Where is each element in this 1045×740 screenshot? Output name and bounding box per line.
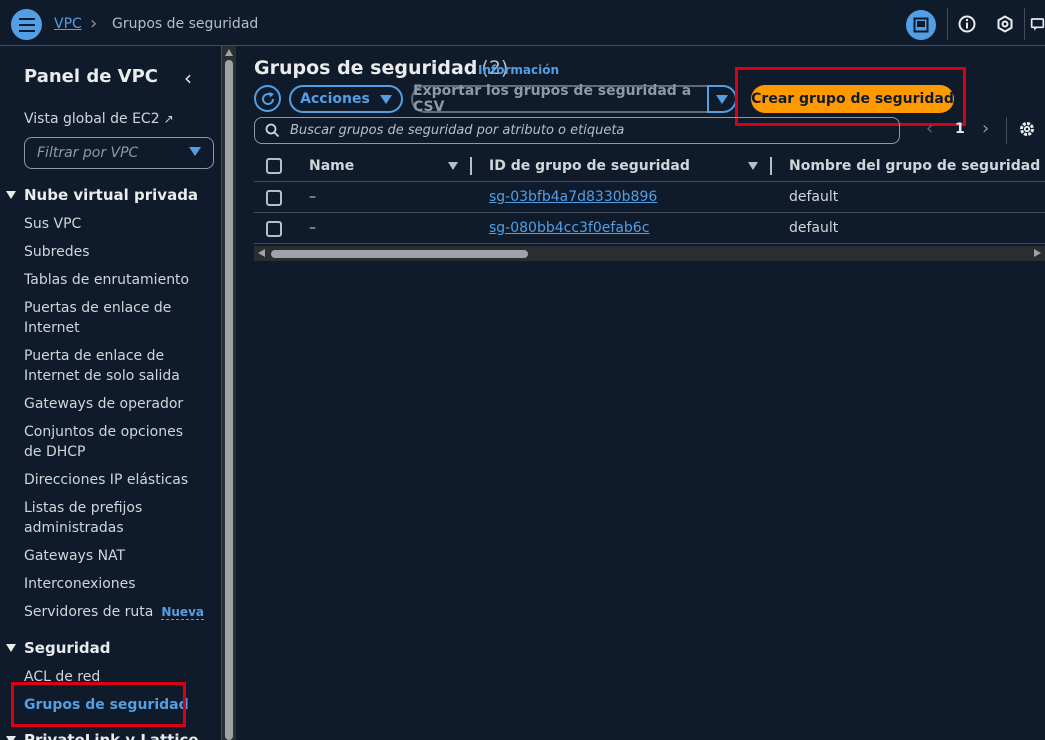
- info-button[interactable]: [954, 11, 980, 37]
- sidebar-item-label: Servidores de ruta: [24, 604, 154, 620]
- breadcrumb-vpc[interactable]: VPC: [54, 16, 82, 32]
- sidebar-item-carrier-gateways[interactable]: Gateways de operador: [24, 394, 183, 414]
- external-link-icon: ↗: [163, 112, 174, 126]
- table-row[interactable]: – sg-03bfb4a7d8330b896 default: [254, 182, 1045, 213]
- sidebar-item-peering[interactable]: Interconexiones: [24, 574, 136, 594]
- actions-dropdown-button[interactable]: Acciones: [289, 85, 403, 113]
- table-row[interactable]: – sg-080bb4cc3f0efab6c default: [254, 213, 1045, 244]
- gear-icon: [1020, 122, 1034, 136]
- table-settings-button[interactable]: [1018, 120, 1036, 142]
- page-title: Grupos de seguridad (2): [254, 57, 508, 79]
- sidebar-item-subredes[interactable]: Subredes: [24, 242, 90, 262]
- sidebar: Panel de VPC ‹ Vista global de EC2 ↗ Filt…: [0, 46, 222, 740]
- column-header-group-id[interactable]: ID de grupo de seguridad: [489, 150, 690, 181]
- actions-label: Acciones: [300, 91, 370, 107]
- sidebar-item-nat-gateways[interactable]: Gateways NAT: [24, 546, 125, 566]
- scrollbar-thumb[interactable]: [271, 250, 528, 258]
- breadcrumb-current: Grupos de seguridad: [112, 16, 259, 32]
- highlight-box-sidebar: [11, 682, 186, 727]
- vpc-filter-select[interactable]: Filtrar por VPC: [24, 137, 214, 169]
- sidebar-item-elastic-ips[interactable]: Direcciones IP elásticas: [24, 470, 188, 490]
- search-input[interactable]: Buscar grupos de seguridad por atributo …: [254, 117, 900, 144]
- sidebar-item-egress-only-gateways[interactable]: Puerta de enlace de Internet de solo sal…: [24, 346, 204, 386]
- sidebar-item-route-tables[interactable]: Tablas de enrutamiento: [24, 270, 189, 290]
- row-checkbox[interactable]: [266, 190, 282, 206]
- scroll-up-icon[interactable]: [225, 49, 233, 56]
- caret-down-icon: [6, 644, 16, 652]
- hamburger-icon: [18, 17, 35, 32]
- caret-down-icon: [379, 94, 392, 104]
- section-privatelink[interactable]: PrivateLink y Lattice: [6, 731, 199, 740]
- search-placeholder: Buscar grupos de seguridad por atributo …: [290, 123, 625, 138]
- cell-group-name: default: [789, 220, 839, 236]
- section-label: PrivateLink y Lattice: [24, 731, 199, 740]
- column-resizer[interactable]: [770, 157, 772, 175]
- sidebar-scrollbar[interactable]: [222, 46, 236, 740]
- sort-icon[interactable]: [448, 162, 458, 170]
- section-security[interactable]: Seguridad: [6, 639, 111, 657]
- menu-button[interactable]: [11, 9, 42, 40]
- toolbar-divider: [1024, 8, 1025, 40]
- caret-down-icon: [6, 191, 16, 199]
- export-csv-button[interactable]: Exportar los grupos de seguridad a CSV: [411, 83, 707, 115]
- sidebar-title: Panel de VPC: [24, 66, 159, 87]
- page-number[interactable]: 1: [955, 121, 965, 137]
- section-vpc[interactable]: Nube virtual privada: [6, 186, 198, 204]
- toolbar-divider: [1006, 117, 1007, 144]
- previous-page-button[interactable]: ‹: [926, 118, 933, 139]
- sidebar-item-label: Vista global de EC2: [24, 111, 160, 127]
- page-title-text: Grupos de seguridad: [254, 57, 478, 79]
- security-groups-table: Name ID de grupo de seguridad Nombre del…: [254, 150, 1045, 244]
- caret-down-icon: [6, 736, 16, 740]
- column-header-group-name[interactable]: Nombre del grupo de seguridad: [789, 150, 1040, 181]
- section-label: Nube virtual privada: [24, 186, 199, 204]
- new-badge: Nueva: [161, 605, 204, 620]
- feedback-icon: [1030, 18, 1045, 31]
- sidebar-item-route-servers[interactable]: Servidores de ruta Nueva: [24, 602, 204, 622]
- breadcrumb-separator: ›: [90, 13, 98, 34]
- resources-button[interactable]: [992, 11, 1018, 37]
- sidebar-item-internet-gateways[interactable]: Puertas de enlace de Internet: [24, 298, 204, 338]
- cell-group-id-link[interactable]: sg-03bfb4a7d8330b896: [489, 182, 657, 212]
- column-header-name[interactable]: Name: [309, 150, 354, 181]
- column-resizer[interactable]: [470, 157, 472, 175]
- scrollbar-thumb[interactable]: [225, 60, 233, 740]
- refresh-button[interactable]: [254, 85, 281, 112]
- sidebar-item-ec2-global-view[interactable]: Vista global de EC2 ↗: [24, 109, 174, 129]
- info-link[interactable]: Información: [478, 63, 559, 77]
- cell-group-name: default: [789, 189, 839, 205]
- info-icon: [958, 15, 976, 33]
- next-page-button[interactable]: ›: [982, 118, 989, 139]
- sidebar-item-dhcp-options[interactable]: Conjuntos de opciones de DHCP: [24, 422, 204, 462]
- scroll-right-icon[interactable]: [1034, 249, 1041, 257]
- top-navigation-bar: VPC › Grupos de seguridad: [0, 0, 1045, 46]
- sidebar-close-button[interactable]: ‹: [184, 66, 192, 90]
- toolbar-divider: [947, 8, 948, 40]
- sidebar-item-prefix-lists[interactable]: Listas de prefijos administradas: [24, 498, 174, 538]
- sidebar-item-sus-vpc[interactable]: Sus VPC: [24, 214, 81, 234]
- hexagon-icon: [997, 15, 1013, 33]
- cell-name: –: [309, 189, 316, 205]
- select-all-checkbox[interactable]: [266, 158, 282, 174]
- caret-down-icon: [716, 94, 728, 104]
- table-horizontal-scrollbar[interactable]: [254, 246, 1045, 261]
- panel-icon: [913, 17, 929, 33]
- sort-icon[interactable]: [748, 162, 758, 170]
- search-icon: [265, 123, 280, 138]
- cell-group-id-link[interactable]: sg-080bb4cc3f0efab6c: [489, 213, 649, 243]
- table-header-row: Name ID de grupo de seguridad Nombre del…: [254, 150, 1045, 182]
- feedback-button[interactable]: [1030, 11, 1045, 37]
- row-checkbox[interactable]: [266, 221, 282, 237]
- vpc-filter-placeholder: Filtrar por VPC: [37, 145, 139, 161]
- export-dropdown-button[interactable]: [707, 85, 737, 113]
- scroll-left-icon[interactable]: [258, 249, 265, 257]
- caret-down-icon: [189, 147, 201, 156]
- split-panel-button[interactable]: [906, 10, 936, 40]
- cell-name: –: [309, 220, 316, 236]
- section-label: Seguridad: [24, 639, 111, 657]
- refresh-icon: [261, 91, 274, 105]
